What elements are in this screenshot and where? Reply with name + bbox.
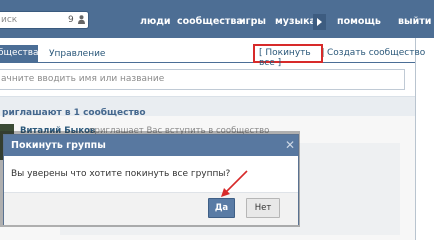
nav-logout[interactable]: выйти <box>398 16 431 27</box>
nav-music[interactable]: музыка <box>275 16 316 27</box>
nav-communities[interactable]: сообщества <box>177 16 243 27</box>
search-input-text: иск <box>1 15 18 25</box>
nav-games[interactable]: игры <box>239 16 266 27</box>
dialog-header: Покинуть группы ✕ <box>4 135 298 156</box>
no-button[interactable]: Нет <box>246 198 280 218</box>
tab-manage[interactable]: Управление <box>49 49 105 59</box>
close-icon[interactable]: ✕ <box>285 138 295 152</box>
invites-title: риглашают в 1 сообщество <box>2 108 146 118</box>
create-community-link[interactable]: Создать сообщество <box>327 48 425 58</box>
dialog-title: Покинуть группы <box>11 140 106 151</box>
leave-all-label: [ Покинуть все ] <box>259 48 311 68</box>
nav-people[interactable]: люди <box>140 16 171 27</box>
filter-input[interactable]: ачните вводить имя или название <box>0 69 405 90</box>
leave-groups-dialog: Покинуть группы ✕ Вы уверены что хотите … <box>3 134 299 225</box>
yes-button[interactable]: Да <box>208 198 235 218</box>
filter-placeholder: ачните вводить имя или название <box>1 74 165 84</box>
separator: | <box>322 48 326 58</box>
leave-all-link[interactable]: [ Покинуть все ] <box>253 44 323 68</box>
search-input[interactable]: иск 9 <box>0 11 89 29</box>
search-count: 9 <box>68 15 74 25</box>
dialog-message: Вы уверены что хотите покинуть все групп… <box>11 169 231 179</box>
tab-underline <box>0 62 415 63</box>
top-bar: иск 9 люди сообщества игры музыка помощь… <box>0 0 434 38</box>
user-icon <box>78 15 85 24</box>
nav-help[interactable]: помощь <box>337 16 381 27</box>
tab-communities[interactable]: бщества <box>0 45 39 62</box>
play-arrow-icon[interactable] <box>313 14 326 30</box>
